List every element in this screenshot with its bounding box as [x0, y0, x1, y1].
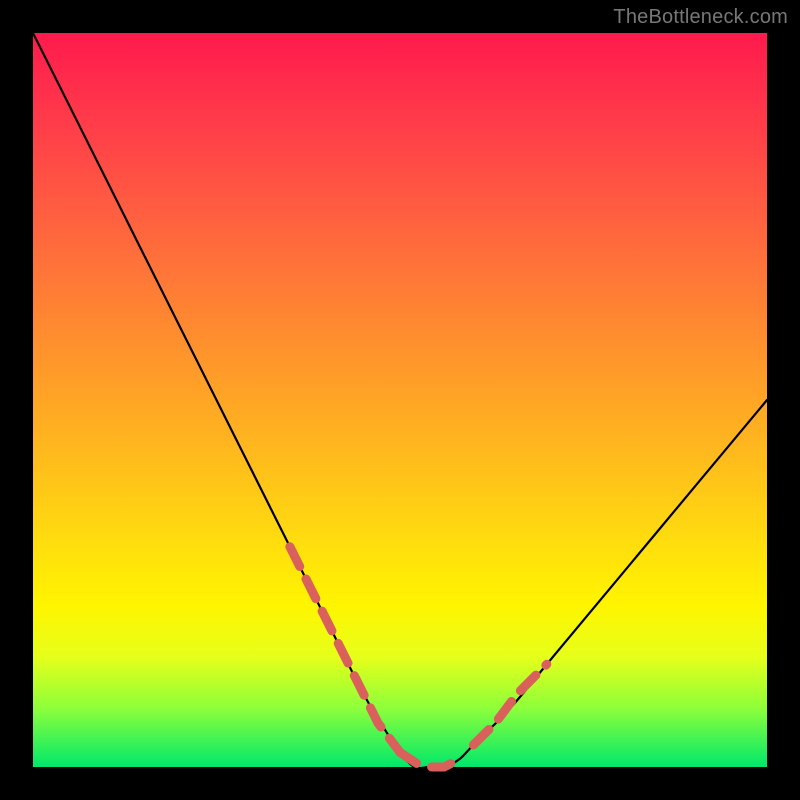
watermark-label: TheBottleneck.com: [613, 6, 788, 29]
highlight-left: [290, 547, 400, 753]
chart-svg: [33, 33, 767, 767]
chart-frame: TheBottleneck.com: [0, 0, 800, 800]
bottleneck-curve: [33, 33, 767, 768]
highlight-bottom: [400, 752, 459, 767]
plot-area: [33, 33, 767, 767]
highlight-right: [473, 664, 546, 745]
